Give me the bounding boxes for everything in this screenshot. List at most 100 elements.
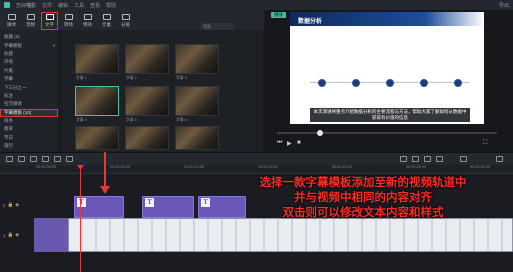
- sidebar-item-favorites[interactable]: 收藏 (0): [0, 33, 58, 41]
- timeline-dot: [454, 79, 462, 87]
- menu-file[interactable]: 文件: [42, 2, 52, 9]
- sidebar-item-callouts[interactable]: 标注: [0, 92, 58, 100]
- sidebar-item-subtitles[interactable]: 字幕: [0, 75, 58, 83]
- tab-transition[interactable]: 转场: [60, 12, 77, 30]
- sidebar-item-business[interactable]: 商务: [0, 117, 58, 125]
- tab-audio-label: 音频: [26, 22, 35, 27]
- scrubber-knob[interactable]: [317, 130, 323, 136]
- menu-tools[interactable]: 工具: [74, 2, 84, 9]
- menu-edit[interactable]: 编辑: [58, 2, 68, 9]
- sidebar-item-label: 旅行: [4, 143, 13, 149]
- sidebar-item-social[interactable]: 社交媒体 ›: [0, 100, 58, 108]
- track-header-video: 1 🔒 ◉: [0, 232, 32, 238]
- crop-icon[interactable]: [54, 156, 61, 162]
- tab-text[interactable]: 文字: [41, 12, 58, 30]
- tab-effects[interactable]: 特效: [79, 12, 96, 30]
- sidebar-item-label: 收藏 (0): [4, 34, 20, 40]
- sidebar-item-label: 开场: [4, 59, 13, 65]
- render-icon[interactable]: [400, 156, 407, 162]
- callout-line: 并与视频中相同的内容对齐: [294, 192, 432, 204]
- title-clip[interactable]: T: [74, 196, 124, 218]
- sidebar-item-label: 节日: [4, 134, 13, 140]
- video-clip-head[interactable]: [34, 218, 68, 252]
- export-button[interactable]: 导出: [499, 2, 509, 9]
- sidebar-item-label: 标注: [4, 92, 13, 98]
- sidebar-item-opener[interactable]: 开场: [0, 58, 58, 66]
- timeline-dot: [352, 79, 360, 87]
- sidebar-item-label: 教育: [4, 126, 13, 132]
- template-thumbnail-selected[interactable]: [75, 86, 119, 116]
- timeline-toolbar: [0, 152, 513, 165]
- mixer-icon[interactable]: [436, 156, 443, 162]
- template-thumbnail[interactable]: [125, 44, 169, 74]
- video-clip[interactable]: [68, 218, 513, 252]
- search-input[interactable]: 搜索: [200, 23, 234, 30]
- sidebar-item-label: 下三分之一: [4, 84, 27, 90]
- zoom-in-icon[interactable]: [496, 156, 503, 162]
- sidebar-item-titles[interactable]: 标题: [0, 50, 58, 58]
- playhead[interactable]: [80, 165, 81, 272]
- title-clip-icon: T: [145, 198, 154, 207]
- thumbnail-label: 字幕 5: [126, 118, 137, 122]
- ruler-tick: 00:00:05:00: [110, 165, 131, 169]
- marker-icon[interactable]: [412, 156, 419, 162]
- redo-icon[interactable]: [18, 156, 25, 162]
- template-thumbnail[interactable]: [75, 126, 119, 150]
- tab-media-label: 媒体: [7, 22, 16, 27]
- sidebar-item-travel[interactable]: 旅行: [0, 142, 58, 150]
- title-clip-icon: T: [201, 198, 210, 207]
- template-thumbnail[interactable]: [125, 86, 169, 116]
- delete-icon[interactable]: [30, 156, 37, 162]
- eye-icon[interactable]: ◉: [15, 232, 19, 238]
- speed-icon[interactable]: [66, 156, 73, 162]
- elements-icon: [102, 14, 111, 20]
- sidebar-item-education[interactable]: 教育: [0, 125, 58, 133]
- tab-split-label: 分屏: [121, 22, 130, 27]
- template-thumbnail[interactable]: [175, 86, 219, 116]
- sidebar-item-templates[interactable]: 字幕模板 ▾: [0, 41, 58, 49]
- sidebar-item-holiday[interactable]: 节日: [0, 134, 58, 142]
- preview-tag[interactable]: 播放: [271, 12, 286, 18]
- title-clip[interactable]: T: [142, 196, 194, 218]
- zoom-out-icon[interactable]: [460, 156, 467, 162]
- tab-transition-label: 转场: [64, 22, 73, 27]
- preview-caption: 本次演讲将重点介绍数据分析的主要流程与方法，帮助大家了解如何从数据中获取有价值的…: [310, 108, 470, 122]
- cut-icon[interactable]: [42, 156, 49, 162]
- stop-icon[interactable]: ■: [297, 140, 301, 146]
- playback-scrubber[interactable]: [277, 130, 497, 136]
- tab-elements-label: 元素: [102, 22, 111, 27]
- chevron-right-icon: ›: [53, 110, 56, 116]
- tab-audio[interactable]: 音频: [22, 12, 39, 30]
- template-thumbnail[interactable]: [175, 44, 219, 74]
- play-icon[interactable]: ▶: [287, 140, 292, 147]
- playback-controls: ⏮ ▶ ■ ⛶: [265, 128, 513, 152]
- track-number: 1: [3, 232, 6, 238]
- lock-icon[interactable]: 🔒: [8, 202, 14, 208]
- transition-icon: [64, 14, 73, 20]
- template-thumbnail[interactable]: [75, 44, 119, 74]
- template-thumbnail[interactable]: [125, 126, 169, 150]
- mic-icon[interactable]: [424, 156, 431, 162]
- eye-icon[interactable]: ◉: [15, 202, 19, 208]
- menu-help[interactable]: 帮助: [106, 2, 116, 9]
- prev-frame-icon[interactable]: ⏮: [277, 140, 282, 147]
- undo-icon[interactable]: [6, 156, 13, 162]
- tab-split[interactable]: 分屏: [117, 12, 134, 30]
- tab-media[interactable]: 媒体: [3, 12, 20, 30]
- lock-icon[interactable]: 🔒: [8, 232, 14, 238]
- ruler-tick: 00:00:25:00: [406, 165, 427, 169]
- ruler-tick: 00:00:30:00: [470, 165, 491, 169]
- effects-icon: [83, 14, 92, 20]
- sidebar-item-lower-thirds[interactable]: 下三分之一: [0, 83, 58, 91]
- tab-effects-label: 特效: [83, 22, 92, 27]
- fullscreen-icon[interactable]: ⛶: [483, 140, 487, 147]
- title-bar: 万兴喵影 文件 编辑 工具 查看 帮助 导出: [0, 0, 513, 10]
- menu-view[interactable]: 查看: [90, 2, 100, 9]
- sidebar-item-ending[interactable]: 片尾: [0, 67, 58, 75]
- sidebar-item-subtitle-templates[interactable]: 字幕模板 (10) ›: [0, 108, 58, 117]
- callout-line: 双击则可以修改文本内容和样式: [282, 207, 444, 219]
- template-thumbnail[interactable]: [175, 126, 219, 150]
- tab-elements[interactable]: 元素: [98, 12, 115, 30]
- timeline-ruler[interactable]: 00:00:00:00 00:00:05:00 00:00:10:00 00:0…: [0, 165, 513, 174]
- timeline-dot: [420, 79, 428, 87]
